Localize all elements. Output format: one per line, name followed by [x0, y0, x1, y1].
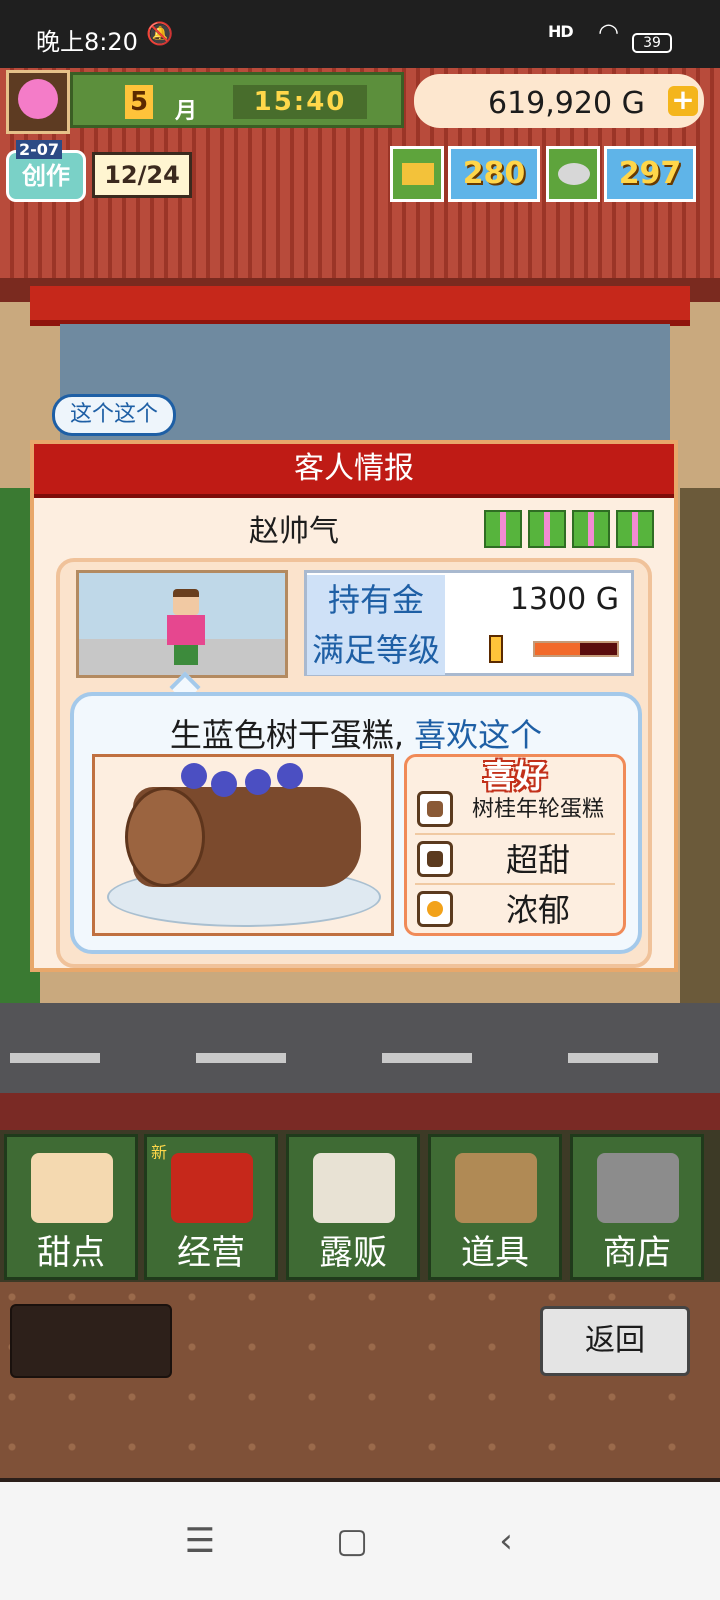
gold-resource[interactable]: 280: [390, 146, 540, 202]
blueberry: [277, 763, 303, 789]
dialog-title-bar: 客人情报: [34, 444, 674, 498]
preference-row: 超甜: [415, 837, 615, 885]
menu-items-button[interactable]: 道具: [428, 1134, 562, 1280]
cake-icon: [31, 1153, 113, 1223]
mute-icon: 🔕: [146, 22, 174, 47]
menu-store-button[interactable]: 商店: [570, 1134, 704, 1280]
silver-coin-icon: [546, 146, 600, 202]
preference-text: 树桂年轮蛋糕: [471, 797, 604, 822]
wish-text: 生蓝色树干蛋糕, 喜欢这个: [74, 710, 638, 756]
lower-panel: 返回: [0, 1282, 720, 1478]
research-avatar-button[interactable]: [6, 70, 70, 134]
satisfaction-icon: [489, 635, 503, 663]
money-label: 持有金: [307, 575, 445, 625]
satisfaction-row: 满足等级: [307, 625, 631, 675]
gift-icon: [528, 510, 566, 548]
wish-highlight: 喜欢这个: [404, 716, 543, 754]
cotton-candy-icon: [18, 79, 58, 119]
log-cake-end: [125, 787, 205, 887]
gift-row: [484, 510, 664, 550]
customer-speech-bubble: 这个这个: [52, 394, 176, 436]
customer-info-dialog: 客人情报 赵帅气 持有金 1300 G 满足等级 生蓝色树干蛋糕, 喜欢这个 喜…: [30, 440, 678, 972]
system-nav-bar: ☰ ▢ ‹: [0, 1482, 720, 1600]
month-unit: 月: [175, 99, 198, 124]
home-button[interactable]: ▢: [322, 1516, 382, 1566]
wish-item: 生蓝色树干蛋糕,: [169, 716, 404, 754]
money-panel: 619,920 G +: [414, 74, 704, 128]
create-count: 12/24: [92, 152, 192, 198]
road-line: [196, 1053, 286, 1063]
back-button[interactable]: 返回: [540, 1306, 690, 1376]
chocolate-icon: [417, 841, 453, 877]
bottom-menu: 甜点 新 经营 露贩 道具 商店: [0, 1130, 720, 1282]
money-amount: 1300 G: [509, 582, 619, 617]
create-level: 2-07: [16, 140, 63, 159]
blueberry: [245, 769, 271, 795]
silver-count: 297: [604, 146, 696, 202]
blueberry: [211, 771, 237, 797]
gold-count: 280: [448, 146, 540, 202]
preference-text: 超甜: [505, 841, 570, 879]
wifi-icon: ◠: [598, 18, 619, 46]
gift-icon: [572, 510, 610, 548]
right-building: [680, 488, 720, 1028]
gift-icon: [616, 510, 654, 548]
game-screen: 晚上8:20 🔕 HD ◠ 39 5 月 15:40 619,920 G + 创…: [0, 0, 720, 1600]
customer-wish-panel: 生蓝色树干蛋糕, 喜欢这个 喜好 树桂年轮蛋糕 超甜 浓郁: [70, 692, 642, 954]
preference-row: 树桂年轮蛋糕: [415, 787, 615, 835]
customer-portrait: [76, 570, 288, 678]
satisfaction-bar: [533, 641, 619, 657]
dialog-title: 客人情报: [294, 451, 414, 486]
menu-label: 甜点: [37, 1233, 105, 1273]
satisfaction-fill: [535, 643, 580, 655]
gear-bag-icon: [455, 1153, 537, 1223]
gift-icon: [484, 510, 522, 548]
cake-category-icon: [417, 791, 453, 827]
status-time: 晚上8:20: [36, 28, 138, 56]
road-line: [568, 1053, 658, 1063]
preference-row: 浓郁: [415, 887, 615, 933]
recent-apps-button[interactable]: ☰: [170, 1516, 230, 1566]
money-row: 持有金 1300 G: [307, 575, 631, 625]
food-truck-icon: [313, 1153, 395, 1223]
shopping-cart-icon: [597, 1153, 679, 1223]
status-bar: 晚上8:20 🔕 HD ◠ 39: [0, 0, 720, 68]
menu-label: 露贩: [319, 1233, 387, 1273]
curb: [0, 1093, 720, 1133]
customer-stats: 持有金 1300 G 满足等级: [304, 570, 634, 676]
road-line: [10, 1053, 100, 1063]
menu-management-button[interactable]: 新 经营: [144, 1134, 278, 1280]
menu-stall-button[interactable]: 露贩: [286, 1134, 420, 1280]
shop-icon: [171, 1153, 253, 1223]
customer-legs: [174, 645, 198, 665]
preferences-box: 喜好 树桂年轮蛋糕 超甜 浓郁: [404, 754, 626, 936]
cake-image: [92, 754, 394, 936]
add-money-button[interactable]: +: [668, 86, 698, 116]
battery-indicator: 39: [632, 33, 672, 53]
awning: [30, 286, 690, 326]
create-progress[interactable]: 创作 2-07 12/24: [6, 140, 192, 206]
customer-name: 赵帅气: [249, 514, 339, 549]
road-line: [382, 1053, 472, 1063]
customer-body: [167, 615, 205, 645]
calendar-panel: 5 月 15:40: [70, 72, 404, 128]
gold-bar-icon: [390, 146, 444, 202]
money-value: 619,920 G: [488, 86, 645, 121]
menu-desserts-button[interactable]: 甜点: [4, 1134, 138, 1280]
menu-label: 道具: [461, 1233, 529, 1273]
nav-back-button[interactable]: ‹: [476, 1516, 536, 1566]
menu-label: 经营: [177, 1233, 245, 1273]
satisfaction-label: 满足等级: [307, 625, 445, 675]
preference-text: 浓郁: [505, 891, 570, 929]
month-number: 5: [125, 85, 153, 119]
customer-head: [173, 589, 199, 615]
silver-resource[interactable]: 297: [546, 146, 696, 202]
network-signal: HD: [548, 22, 574, 41]
new-badge: 新: [151, 1143, 168, 1162]
message-box: [10, 1304, 172, 1378]
orange-icon: [417, 891, 453, 927]
menu-label: 商店: [603, 1233, 671, 1273]
blueberry: [181, 763, 207, 789]
game-clock: 15:40: [233, 85, 367, 119]
